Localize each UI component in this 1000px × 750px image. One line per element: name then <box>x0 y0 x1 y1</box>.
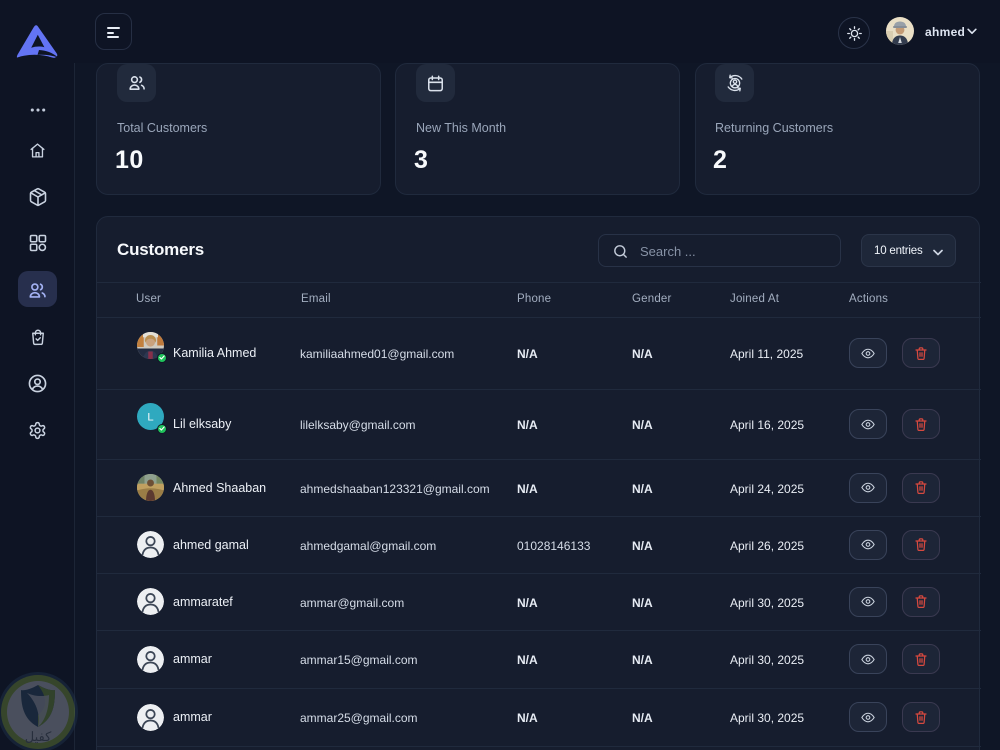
svg-text:L: L <box>147 411 153 423</box>
svg-text:كفيل: كفيل <box>25 729 52 744</box>
